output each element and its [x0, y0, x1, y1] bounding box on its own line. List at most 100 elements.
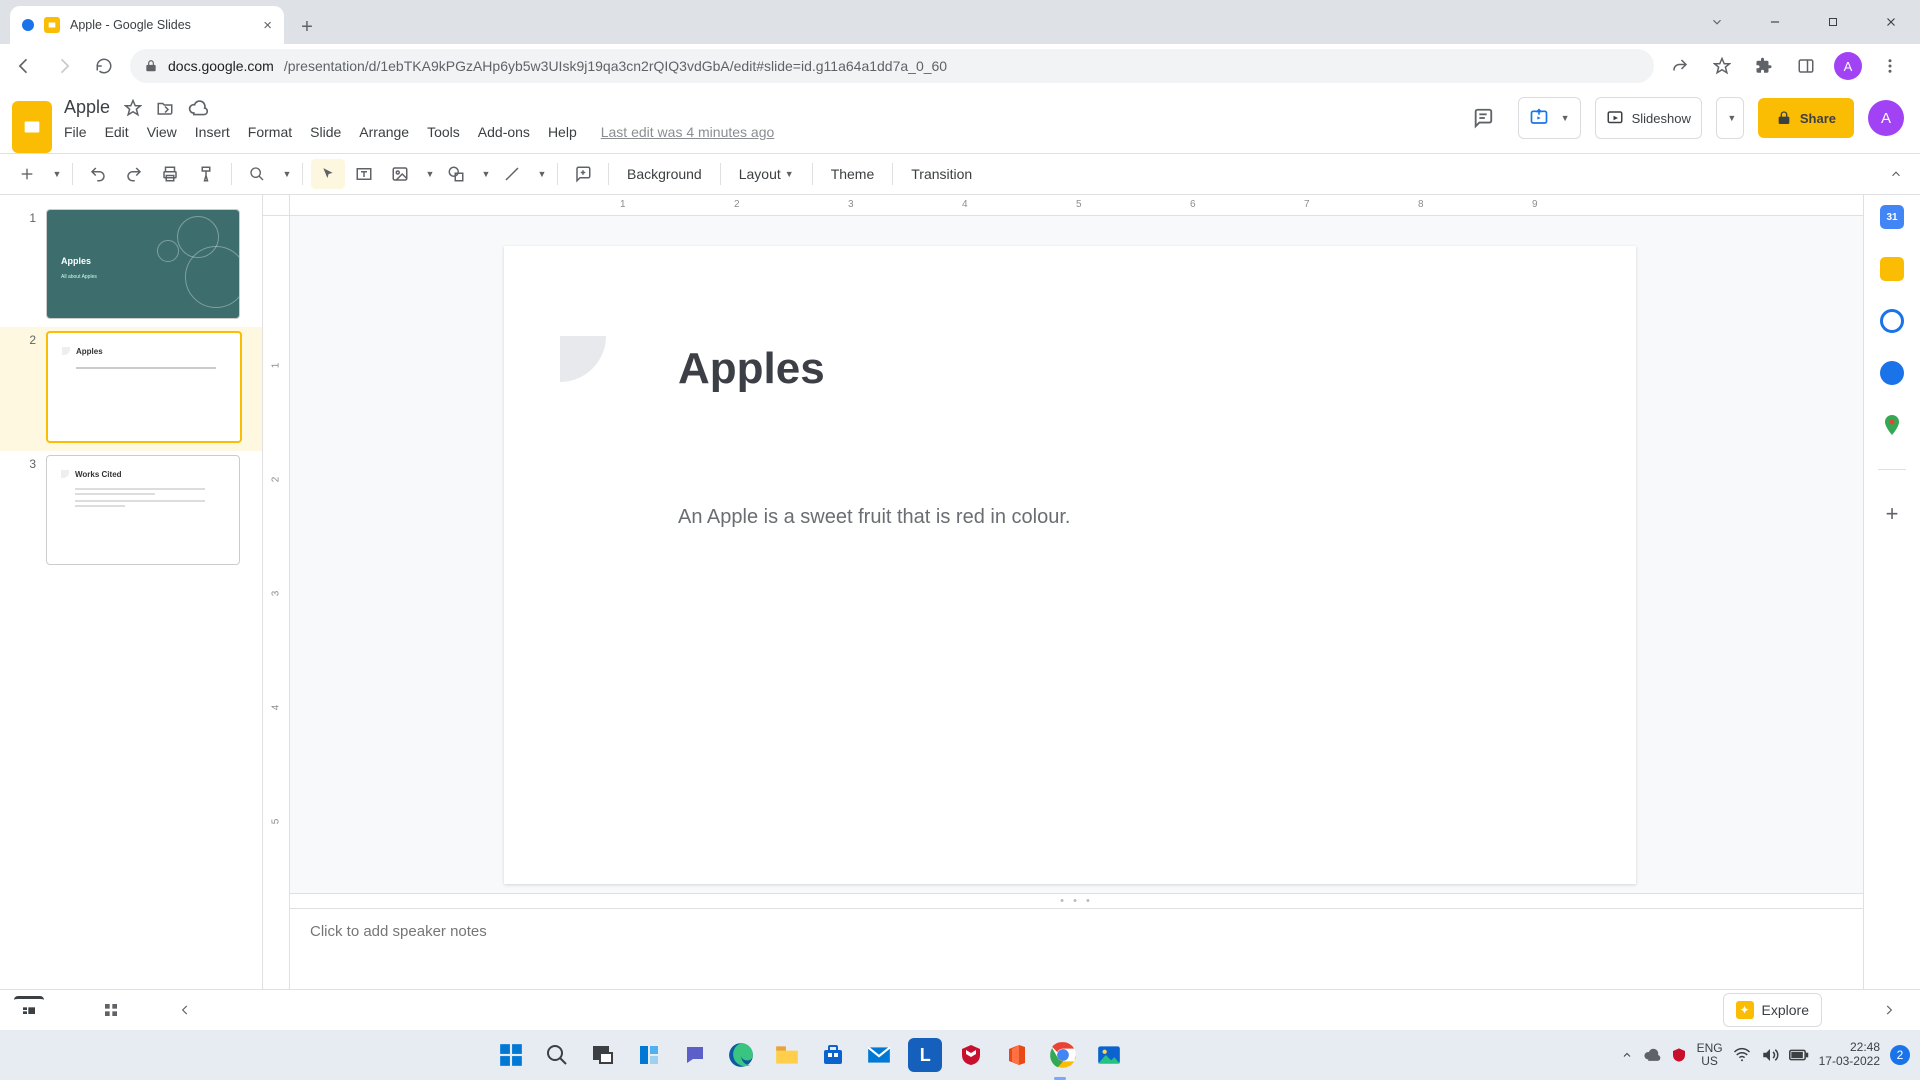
- app-l-icon[interactable]: L: [908, 1038, 942, 1072]
- star-document-icon[interactable]: [124, 99, 142, 117]
- calendar-app-icon[interactable]: 31: [1880, 205, 1904, 229]
- slideshow-button[interactable]: Slideshow: [1595, 97, 1702, 139]
- file-explorer-icon[interactable]: [770, 1038, 804, 1072]
- transition-button[interactable]: Transition: [901, 159, 982, 189]
- office-icon[interactable]: [1000, 1038, 1034, 1072]
- new-slide-dropdown[interactable]: ▼: [46, 159, 64, 189]
- cloud-status-icon[interactable]: [188, 98, 208, 118]
- image-dropdown[interactable]: ▼: [419, 159, 437, 189]
- print-button[interactable]: [153, 159, 187, 189]
- open-comments-button[interactable]: [1462, 98, 1504, 138]
- menu-file[interactable]: File: [64, 124, 87, 140]
- slides-logo-icon[interactable]: [12, 101, 52, 153]
- address-bar[interactable]: docs.google.com/presentation/d/1ebTKA9kP…: [130, 49, 1654, 83]
- background-button[interactable]: Background: [617, 159, 712, 189]
- menu-tools[interactable]: Tools: [427, 124, 460, 140]
- theme-button[interactable]: Theme: [821, 159, 885, 189]
- window-maximize-button[interactable]: [1804, 0, 1862, 44]
- tasks-app-icon[interactable]: [1880, 309, 1904, 333]
- nav-forward-button[interactable]: [50, 52, 78, 80]
- speaker-notes[interactable]: Click to add speaker notes: [290, 909, 1863, 989]
- mcafee-tray-icon[interactable]: [1671, 1047, 1687, 1063]
- menu-addons[interactable]: Add-ons: [478, 124, 530, 140]
- grid-view-button[interactable]: [94, 995, 128, 1025]
- keep-app-icon[interactable]: [1880, 257, 1904, 281]
- share-button[interactable]: Share: [1758, 98, 1854, 138]
- start-button[interactable]: [494, 1038, 528, 1072]
- tabs-menu-button[interactable]: [1688, 0, 1746, 44]
- zoom-button[interactable]: [240, 159, 274, 189]
- bookmark-star-icon[interactable]: [1708, 52, 1736, 80]
- sidepanel-toggle-icon[interactable]: [1792, 52, 1820, 80]
- shape-tool[interactable]: [439, 159, 473, 189]
- language-indicator-2[interactable]: US: [1701, 1055, 1718, 1068]
- menu-edit[interactable]: Edit: [105, 124, 129, 140]
- slide-thumbnail-3[interactable]: 3 Works Cited: [0, 451, 262, 573]
- paint-format-button[interactable]: [189, 159, 223, 189]
- notes-drag-handle[interactable]: • • •: [290, 893, 1863, 909]
- move-document-icon[interactable]: [156, 99, 174, 117]
- onedrive-tray-icon[interactable]: [1643, 1046, 1661, 1064]
- slide-thumbnail-2[interactable]: 2 Apples: [0, 327, 262, 451]
- browser-menu-icon[interactable]: [1876, 52, 1904, 80]
- zoom-dropdown[interactable]: ▼: [276, 159, 294, 189]
- browser-tab[interactable]: Apple - Google Slides ×: [10, 6, 284, 44]
- present-options-button[interactable]: ▼: [1518, 97, 1581, 139]
- ruler-horizontal[interactable]: 1 2 3 4 5 6 7 8 9: [290, 195, 1863, 216]
- menu-view[interactable]: View: [147, 124, 177, 140]
- layout-button[interactable]: Layout▼: [729, 159, 804, 189]
- document-title[interactable]: Apple: [64, 97, 110, 118]
- line-tool[interactable]: [495, 159, 529, 189]
- window-minimize-button[interactable]: [1746, 0, 1804, 44]
- contacts-app-icon[interactable]: [1880, 361, 1904, 385]
- slide-title[interactable]: Apples: [678, 344, 825, 394]
- slide-thumbnail-1[interactable]: 1 Apples All about Apples: [0, 205, 262, 327]
- volume-tray-icon[interactable]: [1761, 1046, 1779, 1064]
- line-dropdown[interactable]: ▼: [531, 159, 549, 189]
- nav-reload-button[interactable]: [90, 52, 118, 80]
- select-tool[interactable]: [311, 159, 345, 189]
- chrome-icon[interactable]: [1046, 1038, 1080, 1072]
- slideshow-dropdown[interactable]: ▼: [1716, 97, 1744, 139]
- photos-icon[interactable]: [1092, 1038, 1126, 1072]
- slide-body-text[interactable]: An Apple is a sweet fruit that is red in…: [678, 506, 1070, 529]
- collapse-toolbar-button[interactable]: [1882, 160, 1910, 188]
- battery-tray-icon[interactable]: [1789, 1048, 1809, 1062]
- menu-insert[interactable]: Insert: [195, 124, 230, 140]
- mail-icon[interactable]: [862, 1038, 896, 1072]
- image-tool[interactable]: [383, 159, 417, 189]
- shape-dropdown[interactable]: ▼: [475, 159, 493, 189]
- task-view-icon[interactable]: [586, 1038, 620, 1072]
- wifi-tray-icon[interactable]: [1733, 1046, 1751, 1064]
- menu-slide[interactable]: Slide: [310, 124, 341, 140]
- new-tab-button[interactable]: +: [290, 10, 324, 44]
- menu-help[interactable]: Help: [548, 124, 577, 140]
- edge-icon[interactable]: [724, 1038, 758, 1072]
- comment-tool[interactable]: [566, 159, 600, 189]
- notifications-tray-icon[interactable]: 2: [1890, 1045, 1910, 1065]
- widgets-icon[interactable]: [632, 1038, 666, 1072]
- mcafee-icon[interactable]: [954, 1038, 988, 1072]
- share-page-icon[interactable]: [1666, 52, 1694, 80]
- maps-app-icon[interactable]: [1880, 413, 1904, 437]
- last-edit-label[interactable]: Last edit was 4 minutes ago: [601, 124, 775, 140]
- filmstrip-view-button[interactable]: [14, 996, 44, 1025]
- taskbar-search-icon[interactable]: [540, 1038, 574, 1072]
- slide-canvas[interactable]: Apples An Apple is a sweet fruit that is…: [504, 246, 1636, 884]
- extensions-icon[interactable]: [1750, 52, 1778, 80]
- redo-button[interactable]: [117, 159, 151, 189]
- undo-button[interactable]: [81, 159, 115, 189]
- tray-overflow-icon[interactable]: [1621, 1049, 1633, 1061]
- close-tab-button[interactable]: ×: [263, 18, 272, 33]
- account-avatar[interactable]: A: [1868, 100, 1904, 136]
- browser-profile-avatar[interactable]: A: [1834, 52, 1862, 80]
- window-close-button[interactable]: [1862, 0, 1920, 44]
- nav-back-button[interactable]: [10, 52, 38, 80]
- new-slide-button[interactable]: [10, 159, 44, 189]
- collapse-filmstrip-button[interactable]: [168, 995, 202, 1025]
- add-addon-button[interactable]: +: [1880, 502, 1904, 526]
- store-icon[interactable]: [816, 1038, 850, 1072]
- menu-format[interactable]: Format: [248, 124, 292, 140]
- textbox-tool[interactable]: [347, 159, 381, 189]
- menu-arrange[interactable]: Arrange: [359, 124, 409, 140]
